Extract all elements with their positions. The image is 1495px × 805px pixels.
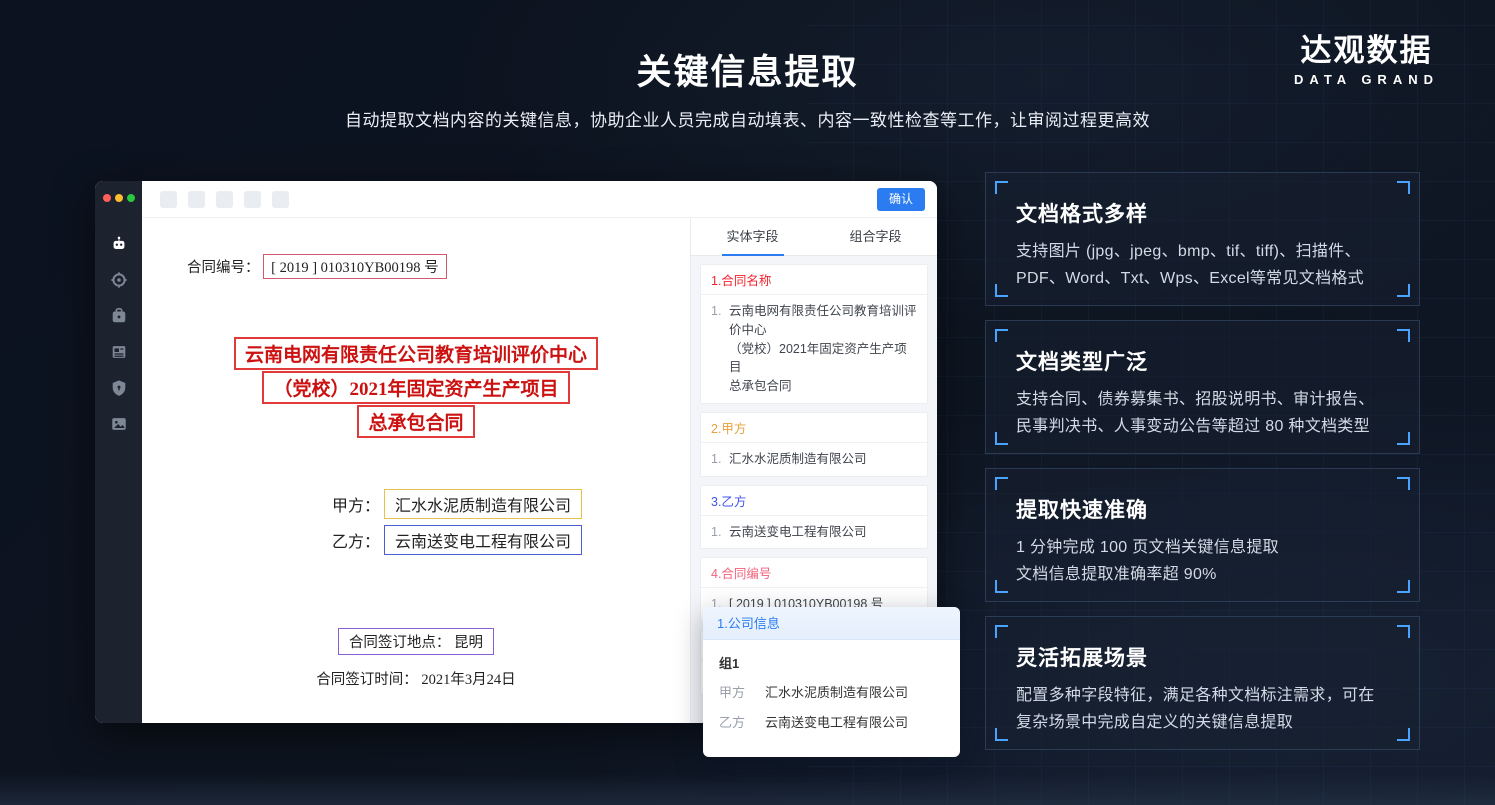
window-controls (103, 194, 135, 202)
party-a-highlight[interactable]: 汇水水泥质制造有限公司 (384, 489, 582, 519)
brand-logo: 达观数据 DATA GRAND (1294, 34, 1439, 87)
corner-bracket-icon (1397, 580, 1410, 593)
contract-number-highlight[interactable]: [ 2019 ] 010310YB00198 号 (263, 254, 447, 279)
feature-title: 文档类型广泛 (1016, 346, 1389, 376)
field-value-text: 汇水水泥质制造有限公司 (729, 450, 867, 469)
contract-number-label: 合同编号： (187, 260, 260, 276)
feature-card: 文档格式多样支持图片 (jpg、jpeg、bmp、tif、tiff)、扫描件、 … (985, 172, 1420, 306)
app-sidebar (95, 181, 142, 723)
toolbar-placeholder-icon[interactable] (244, 191, 261, 208)
close-window-icon[interactable] (103, 194, 111, 202)
toolbar-placeholder-icon[interactable] (272, 191, 289, 208)
corner-bracket-icon (1397, 284, 1410, 297)
corner-bracket-icon (1397, 477, 1410, 490)
sign-time-line: 合同签订时间： 2021年3月24日 (142, 668, 690, 689)
field-value-text: 云南送变电工程有限公司 (729, 523, 867, 542)
gear-icon[interactable] (110, 271, 128, 289)
company-info-popup: 1.公司信息 组1 甲方汇水水泥质制造有限公司乙方云南送变电工程有限公司 (703, 607, 960, 757)
sign-place-line: 合同签订地点： 昆明 (142, 628, 690, 655)
tab-combined-fields[interactable]: 组合字段 (814, 218, 937, 255)
news-icon[interactable] (110, 343, 128, 361)
toolbar-placeholder-icon[interactable] (188, 191, 205, 208)
field-card: 2.甲方1.汇水水泥质制造有限公司 (700, 412, 928, 477)
toolbar-placeholder-icon[interactable] (216, 191, 233, 208)
feature-cards: 文档格式多样支持图片 (jpg、jpeg、bmp、tif、tiff)、扫描件、 … (985, 172, 1420, 764)
popup-row-value: 汇水水泥质制造有限公司 (765, 682, 908, 701)
popup-body: 组1 甲方汇水水泥质制造有限公司乙方云南送变电工程有限公司 (703, 640, 960, 731)
corner-bracket-icon (1397, 625, 1410, 638)
feature-body: 支持图片 (jpg、jpeg、bmp、tif、tiff)、扫描件、 PDF、Wo… (1016, 239, 1389, 292)
image-icon[interactable] (110, 415, 128, 433)
party-b-label: 乙方： (332, 534, 380, 551)
corner-bracket-icon (995, 728, 1008, 741)
party-a-line: 甲方： 汇水水泥质制造有限公司 (332, 489, 690, 519)
field-label: 3.乙方 (701, 486, 927, 516)
sign-place-highlight[interactable]: 合同签订地点： 昆明 (338, 628, 494, 655)
popup-title[interactable]: 1.公司信息 (703, 607, 960, 640)
feature-card: 提取快速准确 1 分钟完成 100 页文档关键信息提取 文档信息提取准确率超 90… (985, 468, 1420, 602)
contract-title-highlight[interactable]: 总承包合同 (357, 405, 474, 438)
corner-bracket-icon (1397, 329, 1410, 342)
corner-bracket-icon (1397, 181, 1410, 194)
shield-icon[interactable] (110, 379, 128, 397)
field-label: 4.合同编号 (701, 558, 927, 588)
popup-row: 甲方汇水水泥质制造有限公司 (719, 682, 944, 701)
app-toolbar: 确认 (142, 181, 937, 218)
page-subtitle: 自动提取文档内容的关键信息，协助企业人员完成自动填表、内容一致性检查等工作，让审… (0, 106, 1495, 131)
briefcase-icon[interactable] (110, 307, 128, 325)
toolbar-placeholder-icon[interactable] (160, 191, 177, 208)
feature-body: 支持合同、债券募集书、招股说明书、审计报告、 民事判决书、人事变动公告等超过 8… (1016, 387, 1389, 440)
field-label: 1.合同名称 (701, 265, 927, 295)
tab-entity-fields[interactable]: 实体字段 (691, 218, 814, 255)
corner-bracket-icon (995, 181, 1008, 194)
field-card: 1.合同名称1.云南电网有限责任公司教育培训评价中心 （党校）2021年固定资产… (700, 264, 928, 404)
contract-title-block: 云南电网有限责任公司教育培训评价中心（党校）2021年固定资产生产项目总承包合同 (142, 336, 690, 439)
field-value-index: 1. (711, 523, 729, 542)
contract-title-highlight[interactable]: 云南电网有限责任公司教育培训评价中心 (234, 337, 598, 370)
document-viewer: 合同编号： [ 2019 ] 010310YB00198 号 云南电网有限责任公… (142, 218, 690, 723)
brand-subname: DATA GRAND (1294, 72, 1439, 87)
corner-bracket-icon (1397, 728, 1410, 741)
corner-bracket-icon (995, 580, 1008, 593)
fields-tabbar: 实体字段组合字段 (691, 218, 937, 256)
field-label: 2.甲方 (701, 413, 927, 443)
feature-body: 配置多种字段特征，满足各种文档标注需求，可在 复杂场景中完成自定义的关键信息提取 (1016, 683, 1389, 736)
contract-number-line: 合同编号： [ 2019 ] 010310YB00198 号 (187, 254, 447, 279)
contract-title-highlight[interactable]: （党校）2021年固定资产生产项目 (262, 371, 569, 404)
page-title: 关键信息提取 (0, 44, 1495, 95)
brand-name: 达观数据 (1294, 34, 1439, 68)
corner-bracket-icon (995, 284, 1008, 297)
popup-row: 乙方云南送变电工程有限公司 (719, 712, 944, 731)
popup-row-label: 甲方 (719, 682, 765, 701)
confirm-button[interactable]: 确认 (877, 188, 925, 211)
corner-bracket-icon (995, 329, 1008, 342)
popup-group-label: 组1 (719, 653, 944, 672)
page: 关键信息提取 自动提取文档内容的关键信息，协助企业人员完成自动填表、内容一致性检… (0, 0, 1495, 805)
party-b-line: 乙方： 云南送变电工程有限公司 (332, 525, 690, 555)
field-value-row[interactable]: 1.云南送变电工程有限公司 (701, 516, 927, 549)
corner-bracket-icon (995, 625, 1008, 638)
field-value-index: 1. (711, 450, 729, 469)
corner-bracket-icon (1397, 432, 1410, 445)
party-a-label: 甲方： (332, 498, 380, 515)
maximize-window-icon[interactable] (127, 194, 135, 202)
corner-bracket-icon (995, 432, 1008, 445)
feature-body: 1 分钟完成 100 页文档关键信息提取 文档信息提取准确率超 90% (1016, 535, 1389, 588)
corner-bracket-icon (995, 477, 1008, 490)
field-card: 3.乙方1.云南送变电工程有限公司 (700, 485, 928, 550)
feature-title: 文档格式多样 (1016, 198, 1389, 228)
feature-title: 灵活拓展场景 (1016, 642, 1389, 672)
party-b-highlight[interactable]: 云南送变电工程有限公司 (384, 525, 582, 555)
field-value-row[interactable]: 1.汇水水泥质制造有限公司 (701, 443, 927, 476)
feature-card: 文档类型广泛支持合同、债券募集书、招股说明书、审计报告、 民事判决书、人事变动公… (985, 320, 1420, 454)
feature-card: 灵活拓展场景配置多种字段特征，满足各种文档标注需求，可在 复杂场景中完成自定义的… (985, 616, 1420, 750)
field-value-row[interactable]: 1.云南电网有限责任公司教育培训评价中心 （党校）2021年固定资产生产项目 总… (701, 295, 927, 403)
popup-row-label: 乙方 (719, 712, 765, 731)
feature-title: 提取快速准确 (1016, 494, 1389, 524)
popup-row-value: 云南送变电工程有限公司 (765, 712, 908, 731)
minimize-window-icon[interactable] (115, 194, 123, 202)
field-value-text: 云南电网有限责任公司教育培训评价中心 （党校）2021年固定资产生产项目 总承包… (729, 302, 917, 396)
field-value-index: 1. (711, 302, 729, 396)
robot-icon[interactable] (110, 235, 128, 253)
